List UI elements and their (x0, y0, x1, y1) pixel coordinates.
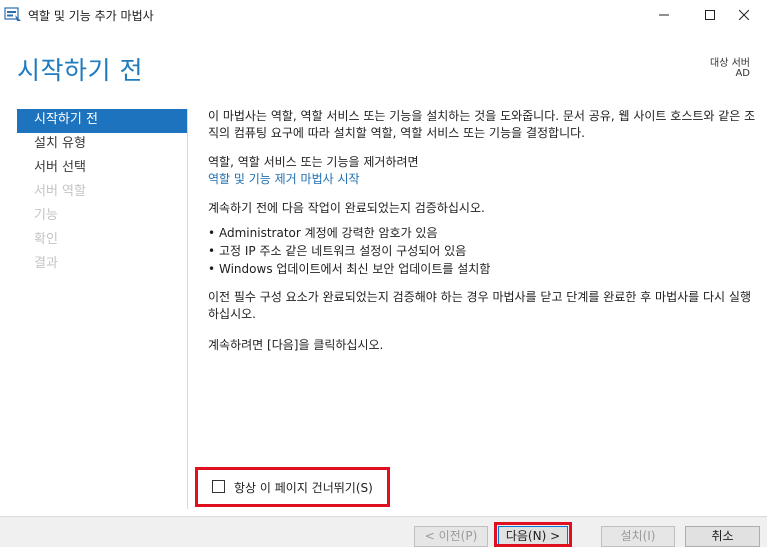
target-server-label: 대상 서버 (710, 58, 750, 69)
intro-text: 이 마법사는 역할, 역할 서비스 또는 기능을 설치하는 것을 도와줍니다. … (208, 109, 756, 140)
skip-page-label[interactable]: 항상 이 페이지 건너뛰기(S) (234, 479, 373, 496)
install-button[interactable]: 설치(I) (601, 526, 675, 547)
minimize-button[interactable] (641, 0, 687, 30)
nav-step-results: 결과 (34, 256, 58, 271)
nav-step-installation-type[interactable]: 설치 유형 (17, 133, 187, 157)
nav-step-before-you-begin[interactable]: 시작하기 전 (17, 109, 187, 133)
next-button-highlight (494, 522, 572, 547)
close-icon (739, 10, 749, 20)
nav-step-server-roles: 서버 역할 (34, 184, 86, 199)
page-title: 시작하기 전 (17, 56, 143, 85)
nav-step-server-selection[interactable]: 서버 선택 (17, 157, 187, 181)
skip-page-checkbox[interactable] (212, 480, 225, 493)
maximize-icon (705, 10, 715, 20)
list-item: 고정 IP 주소 같은 네트워크 설정이 구성되어 있음 (208, 243, 490, 261)
close-button[interactable] (721, 0, 767, 30)
previous-button[interactable]: < 이전(P) (414, 526, 488, 547)
minimize-icon (659, 14, 669, 16)
continue-text: 계속하려면 [다음]을 클릭하십시오. (208, 338, 384, 352)
list-item: Administrator 계정에 강력한 암호가 있음 (208, 225, 490, 243)
target-server-value: AD (735, 68, 750, 79)
remove-text: 역할, 역할 서비스 또는 기능을 제거하려면 (208, 155, 419, 169)
title-bar: 역할 및 기능 추가 마법사 (0, 0, 767, 30)
prerequisite-text: 이전 필수 구성 요소가 완료되었는지 검증해야 하는 경우 마법사를 닫고 단… (208, 290, 751, 321)
remove-roles-wizard-link[interactable]: 역할 및 기능 제거 마법사 시작 (208, 171, 360, 188)
nav-divider (187, 109, 188, 509)
server-manager-icon (4, 6, 22, 22)
cancel-button[interactable]: 취소 (685, 526, 760, 547)
nav-step-confirmation: 확인 (34, 232, 58, 247)
nav-step-features: 기능 (34, 208, 58, 223)
list-item: Windows 업데이트에서 최신 보안 업데이트를 설치함 (208, 261, 490, 279)
wizard-steps-nav: 시작하기 전 설치 유형 서버 선택 서버 역할 기능 확인 결과 (17, 109, 187, 277)
prerequisite-list: Administrator 계정에 강력한 암호가 있음 고정 IP 주소 같은… (208, 225, 490, 279)
verify-text: 계속하기 전에 다음 작업이 완료되었는지 검증하십시오. (208, 201, 485, 215)
window-title: 역할 및 기능 추가 마법사 (28, 9, 154, 23)
